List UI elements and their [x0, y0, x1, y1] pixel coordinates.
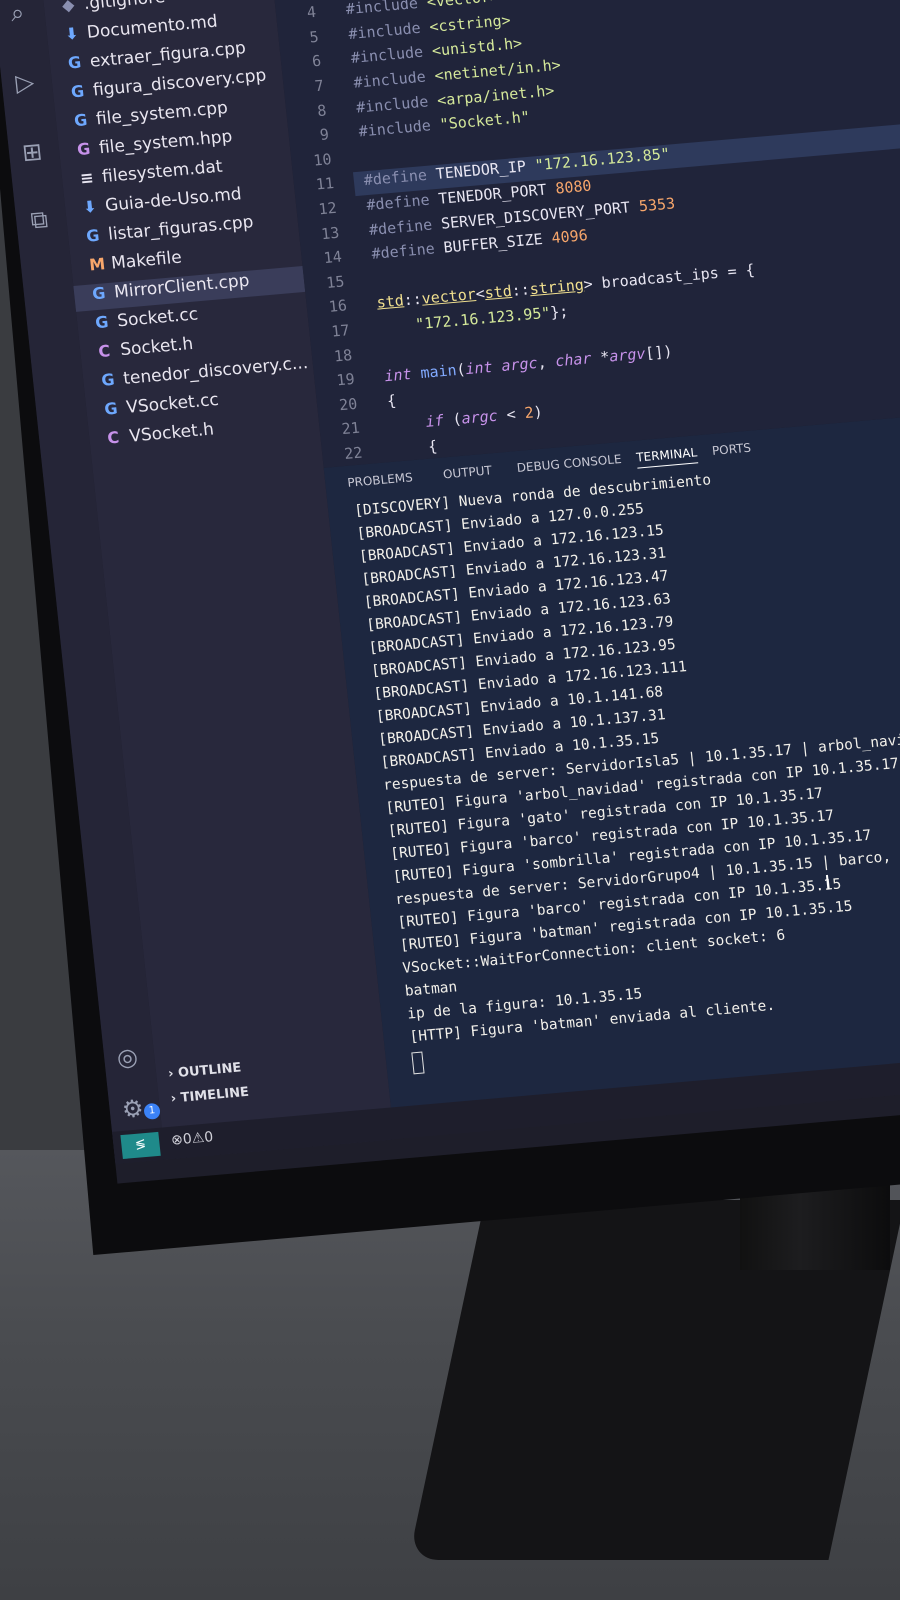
timeline-label: TIMELINE — [179, 1084, 250, 1106]
dat-icon: ≡ — [79, 167, 95, 188]
line-number: 6 — [311, 52, 323, 71]
line-number: 15 — [325, 272, 346, 292]
file-name: Socket.h — [119, 333, 195, 361]
line-number: 7 — [313, 76, 325, 96]
line-number: 4 — [306, 3, 317, 22]
cpp-icon: G — [94, 312, 110, 333]
run-debug-icon[interactable]: ▷ — [8, 66, 41, 98]
search-icon[interactable]: ⌕ — [1, 0, 34, 29]
explorer-file-item[interactable]: C VSocket.h — [106, 419, 215, 454]
tab-problems[interactable]: PROBLEMS — [347, 470, 414, 490]
markdown-icon: ⬇ — [64, 23, 80, 44]
code-line[interactable]: if (argc < 2) — [389, 403, 544, 434]
file-name: VSocket.cc — [125, 389, 220, 418]
outline-label: OUTLINE — [177, 1060, 243, 1081]
cpp-icon: G — [73, 110, 89, 131]
line-number: 17 — [330, 321, 351, 341]
line-number: 8 — [316, 100, 328, 120]
line-number: 12 — [317, 198, 338, 219]
line-number: 10 — [312, 149, 333, 170]
line-number: 9 — [318, 125, 330, 145]
line-number: 20 — [338, 394, 359, 415]
cpp-icon: G — [70, 81, 86, 102]
tab-output[interactable]: OUTPUT — [442, 463, 492, 481]
explorer-file-item[interactable]: C Socket.h — [97, 334, 194, 368]
file-name: Makefile — [110, 247, 183, 274]
timeline-section-header[interactable]: › TIMELINE — [170, 1085, 250, 1107]
tab-terminal[interactable]: TERMINAL — [635, 445, 699, 469]
remote-explorer-icon[interactable]: ⧉ — [23, 204, 56, 236]
terminal-output[interactable]: [DISCOVERY] Nueva ronda de descubrimient… — [354, 448, 900, 1076]
tab-ports[interactable]: PORTS — [711, 441, 751, 458]
cpp-icon: G — [100, 369, 116, 390]
outline-section-header[interactable]: › OUTLINE — [168, 1060, 243, 1081]
cpp-icon: G — [85, 225, 101, 246]
line-number: 11 — [315, 174, 335, 194]
settings-update-badge: 1 — [143, 1102, 161, 1120]
tab-debug-console[interactable]: DEBUG CONSOLE — [516, 452, 622, 475]
remote-indicator[interactable]: ≶ — [120, 1131, 161, 1160]
c-header-icon: C — [106, 427, 121, 448]
line-number: 13 — [320, 223, 341, 243]
settings-dot-icon: ◆ — [60, 0, 76, 15]
file-name: VSocket.h — [128, 419, 215, 447]
code-line[interactable]: int main(int argc, char *argv[]) — [384, 342, 674, 385]
hpp-icon: G — [76, 139, 92, 160]
cpp-icon: G — [91, 283, 107, 304]
problems-counter[interactable]: ⊗0⚠0 — [170, 1129, 214, 1149]
line-number: 16 — [327, 296, 348, 317]
line-number: 5 — [308, 27, 320, 47]
c-header-icon: C — [97, 341, 112, 362]
markdown-icon: ⬇ — [82, 196, 98, 217]
extensions-icon[interactable]: ⊞ — [16, 136, 49, 168]
explorer-file-item[interactable]: M Makefile — [88, 248, 183, 282]
line-number: 18 — [333, 345, 353, 366]
terminal-cursor — [411, 1051, 425, 1075]
code-editor[interactable]: 2#include <iostream>3#include <string>4#… — [270, 0, 900, 468]
line-number: 19 — [335, 370, 356, 390]
line-number: 22 — [343, 443, 364, 464]
line-number: 14 — [322, 247, 343, 268]
vscode-window: ⌕ ▷ ⊞ ⧉ ◎ ⚙ 1 › OUTLINE › TIMELINE ◆ .git… — [0, 0, 900, 1184]
line-number: 21 — [340, 419, 361, 439]
cpp-icon: G — [67, 52, 83, 73]
cpp-icon: G — [103, 398, 119, 419]
account-icon[interactable]: ◎ — [111, 1041, 144, 1073]
file-name: Socket.cc — [116, 304, 200, 332]
file-name: .gitignore — [82, 0, 167, 14]
code-line[interactable]: { — [386, 391, 397, 410]
bottom-panel: PROBLEMS OUTPUT DEBUG CONSOLE TERMINAL PORTS… — [323, 410, 900, 1125]
code-line[interactable]: { — [391, 437, 438, 459]
makefile-icon: M — [88, 254, 107, 275]
